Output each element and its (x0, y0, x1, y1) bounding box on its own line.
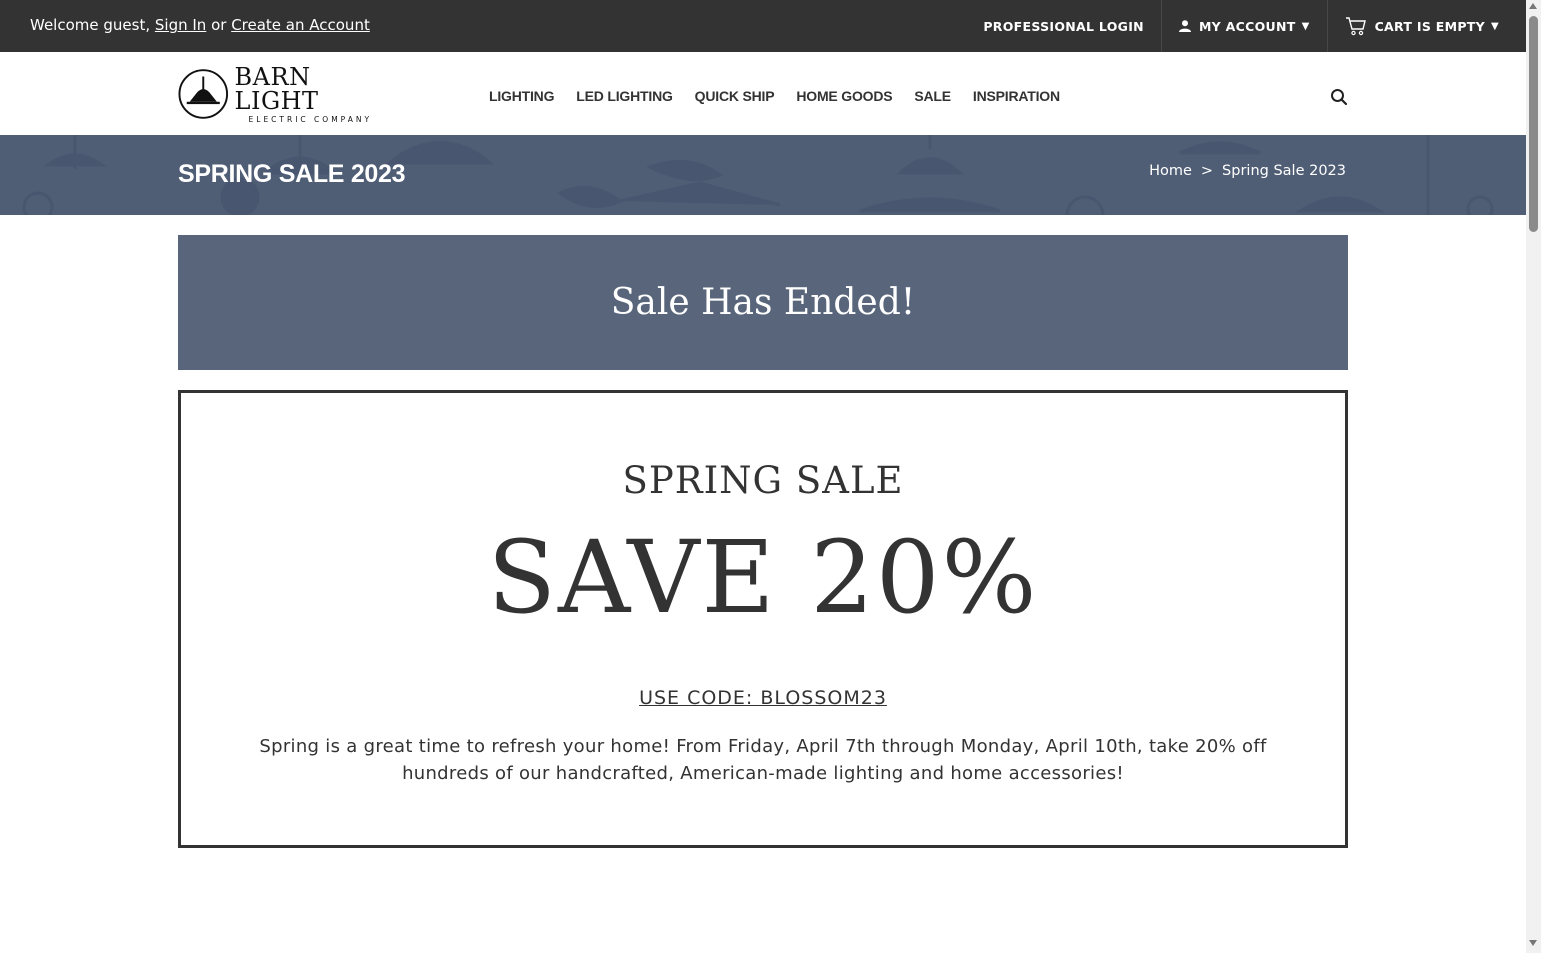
welcome-text: Welcome guest, (30, 16, 155, 34)
breadcrumb: Home > Spring Sale 2023 (1149, 163, 1346, 179)
breadcrumb-home[interactable]: Home (1149, 163, 1192, 179)
nav-sale[interactable]: SALE (914, 88, 951, 104)
lamp-logo-icon (178, 69, 229, 119)
top-utility-bar: Welcome guest, Sign In or Create an Acco… (0, 0, 1526, 52)
professional-login-label: PROFESSIONAL LOGIN (983, 18, 1144, 34)
scroll-down-arrow-icon[interactable] (1529, 940, 1537, 946)
cart-label: CART IS EMPTY (1374, 18, 1485, 34)
nav-inspiration[interactable]: INSPIRATION (973, 88, 1060, 104)
page-title-banner: SPRING SALE 2023 Home > Spring Sale 2023 (0, 135, 1526, 215)
my-account-label: MY ACCOUNT (1198, 18, 1296, 34)
page-scrollbar[interactable] (1526, 0, 1541, 953)
breadcrumb-current: Spring Sale 2023 (1222, 163, 1346, 179)
logo-brand-text: BARN LIGHT (234, 62, 319, 115)
sale-ended-heading: Sale Has Ended! (610, 282, 916, 323)
breadcrumb-separator: > (1200, 163, 1214, 179)
cart-icon (1345, 17, 1366, 36)
site-logo[interactable]: BARN LIGHT ELECTRIC COMPANY (178, 62, 398, 123)
nav-quick-ship[interactable]: QUICK SHIP (695, 88, 775, 104)
my-account-dropdown[interactable]: MY ACCOUNT ▼ (1160, 0, 1327, 52)
search-icon[interactable] (1330, 88, 1348, 106)
promo-headline: SAVE 20% (487, 519, 1039, 636)
user-icon (1178, 20, 1191, 32)
cart-dropdown[interactable]: CART IS EMPTY ▼ (1326, 0, 1526, 52)
scroll-up-arrow-icon[interactable] (1529, 3, 1537, 9)
sign-in-link[interactable]: Sign In (155, 16, 206, 34)
welcome-message: Welcome guest, Sign In or Create an Acco… (30, 16, 370, 34)
chevron-down-icon: ▼ (1491, 20, 1499, 32)
account-links: PROFESSIONAL LOGIN MY ACCOUNT ▼ CART IS … (966, 0, 1526, 52)
welcome-or-text: or (206, 16, 232, 34)
nav-lighting[interactable]: LIGHTING (489, 88, 554, 104)
promo-box: SPRING SALE SAVE 20% USE CODE: BLOSSOM23… (178, 390, 1348, 848)
professional-login-link[interactable]: PROFESSIONAL LOGIN (966, 0, 1161, 52)
site-header: BARN LIGHT ELECTRIC COMPANY LIGHTING LED… (0, 52, 1526, 135)
promo-code: USE CODE: BLOSSOM23 (639, 687, 887, 709)
sale-ended-banner: Sale Has Ended! (178, 235, 1348, 370)
nav-home-goods[interactable]: HOME GOODS (796, 88, 892, 104)
chevron-down-icon: ▼ (1301, 20, 1310, 32)
logo-sub-text: ELECTRIC COMPANY (248, 114, 373, 124)
promo-eyebrow: SPRING SALE (622, 459, 904, 502)
create-account-link[interactable]: Create an Account (231, 16, 370, 34)
page-title: SPRING SALE 2023 (178, 160, 406, 188)
nav-led-lighting[interactable]: LED LIGHTING (576, 88, 673, 104)
main-nav: LIGHTING LED LIGHTING QUICK SHIP HOME GO… (478, 88, 1071, 104)
scrollbar-thumb[interactable] (1529, 16, 1538, 232)
promo-description: Spring is a great time to refresh your h… (259, 736, 1267, 784)
